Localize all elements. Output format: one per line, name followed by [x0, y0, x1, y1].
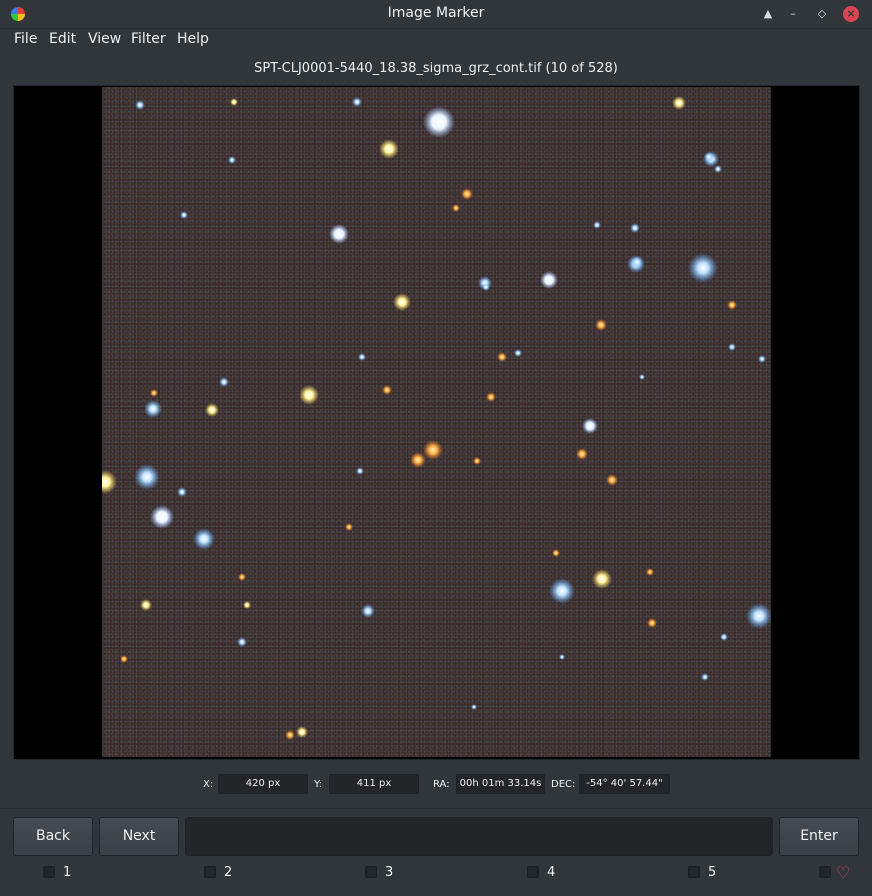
minimize-button[interactable]: – — [785, 6, 801, 22]
category-3-label: 3 — [385, 865, 394, 880]
category-5-label: 5 — [708, 865, 717, 880]
heart-icon: ♡ — [836, 863, 851, 882]
dec-coordinate-field: -54° 40' 57.44" — [579, 774, 670, 794]
ra-label: RA: — [433, 779, 450, 790]
next-button[interactable]: Next — [99, 817, 179, 856]
category-4-label: 4 — [547, 865, 556, 880]
x-coordinate-field: 420 px — [218, 774, 308, 794]
category-3-checkbox[interactable] — [365, 866, 377, 878]
divider — [0, 808, 872, 809]
star-field — [102, 96, 771, 740]
category-2-checkbox[interactable] — [204, 866, 216, 878]
favorite-checkbox[interactable] — [819, 866, 831, 878]
coordinates-bar: X: 420 px Y: 411 px RA: 00h 01m 33.14s D… — [0, 774, 872, 796]
window-title: Image Marker — [387, 5, 485, 21]
enter-button[interactable]: Enter — [779, 817, 859, 856]
menu-view[interactable]: View — [88, 31, 121, 47]
image-filename: SPT-CLJ0001-5440_18.38_sigma_grz_cont.ti… — [254, 61, 618, 76]
y-coordinate-field: 411 px — [329, 774, 419, 794]
image-viewer[interactable] — [13, 85, 860, 760]
bright-stars — [102, 96, 771, 629]
keep-above-icon[interactable]: ▲ — [760, 6, 776, 22]
ra-coordinate-field: 00h 01m 33.14s — [456, 774, 545, 794]
category-4-checkbox[interactable] — [527, 866, 539, 878]
close-button[interactable]: × — [843, 6, 859, 22]
menu-file[interactable]: File — [14, 31, 37, 47]
menu-bar: File Edit View Filter Help — [0, 28, 872, 52]
menu-edit[interactable]: Edit — [49, 31, 76, 47]
category-2-label: 2 — [224, 865, 233, 880]
category-row: 1 2 3 4 5 ♡ — [0, 863, 872, 884]
faint-sources — [120, 97, 766, 740]
astronomy-image[interactable] — [102, 87, 771, 757]
menu-help[interactable]: Help — [177, 31, 209, 47]
back-button[interactable]: Back — [13, 817, 93, 856]
title-bar: Image Marker ▲ – ◇ × — [0, 0, 872, 29]
maximize-button[interactable]: ◇ — [814, 6, 830, 22]
x-label: X: — [203, 779, 214, 790]
dec-label: DEC: — [551, 779, 576, 790]
category-5-checkbox[interactable] — [688, 866, 700, 878]
y-label: Y: — [314, 779, 323, 790]
category-1-checkbox[interactable] — [43, 866, 55, 878]
menu-filter[interactable]: Filter — [131, 31, 166, 47]
comment-input[interactable] — [185, 817, 773, 856]
category-1-label: 1 — [63, 865, 72, 880]
